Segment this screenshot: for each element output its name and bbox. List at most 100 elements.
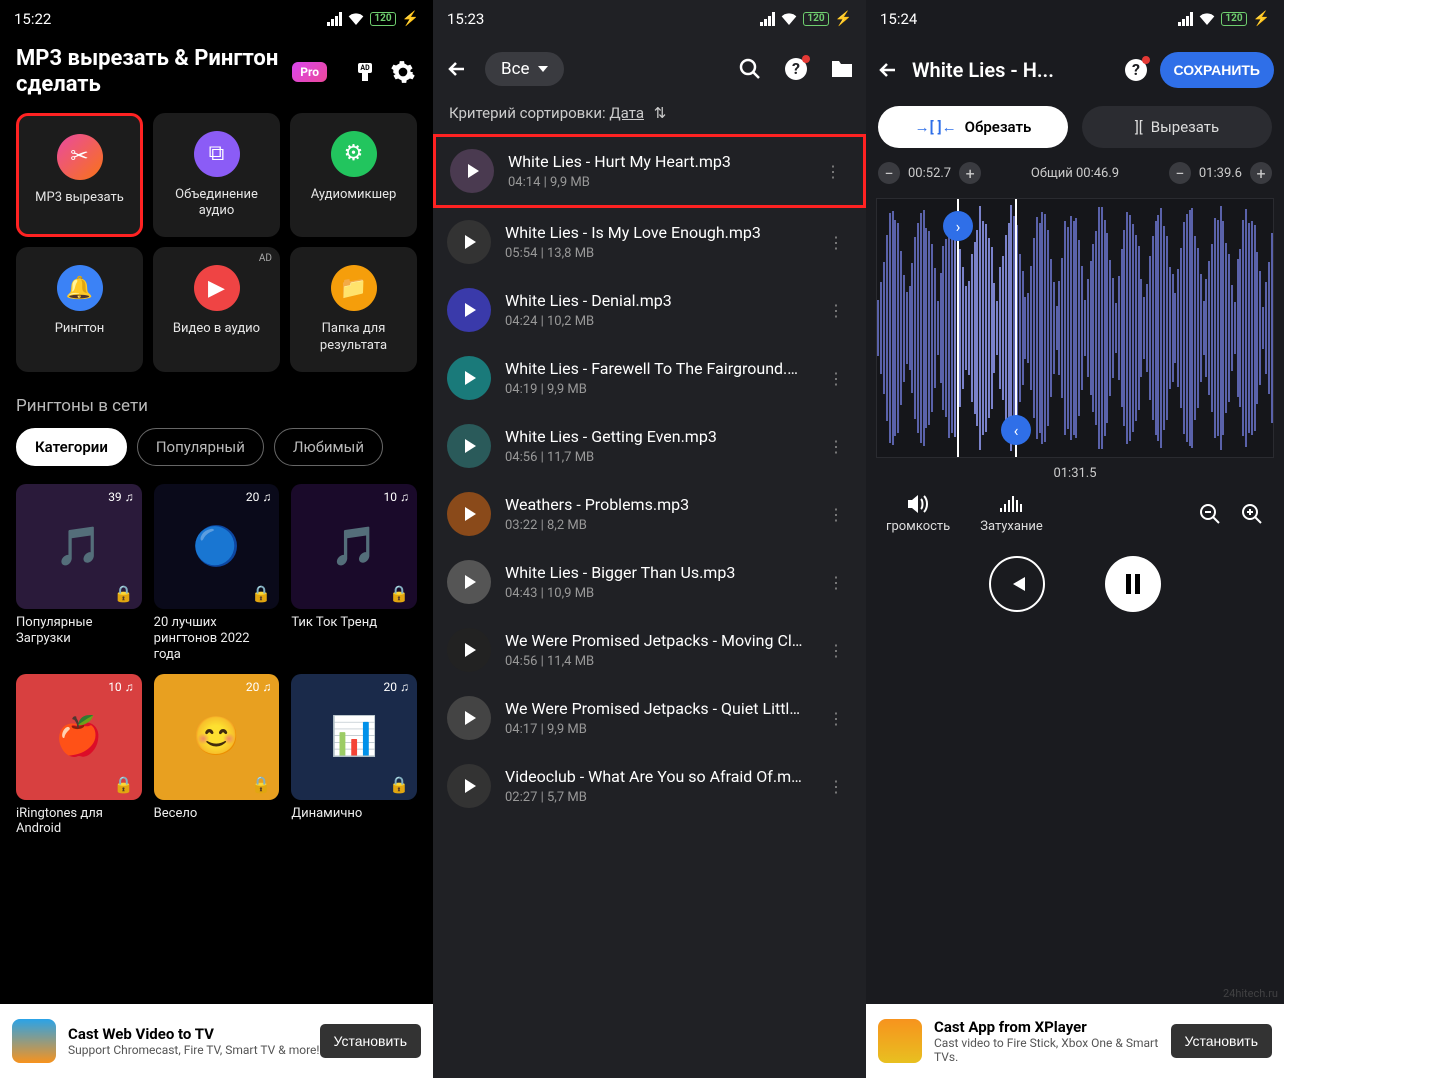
app-title: MP3 вырезать & Рингтон сделать [16, 46, 292, 99]
charging-icon: ⚡ [402, 11, 419, 27]
waveform[interactable]: › ‹ [876, 198, 1274, 458]
song-row[interactable]: Weathers - Problems.mp303:22 | 8,2 MB ⋮ [433, 480, 866, 548]
song-row[interactable]: White Lies - Getting Even.mp304:56 | 11,… [433, 412, 866, 480]
status-bar: 15:22 120 ⚡ [0, 0, 433, 38]
ad-icon [878, 1019, 922, 1063]
help-icon[interactable]: ? [1124, 58, 1148, 82]
ringtone-card-3[interactable]: 🍎 10 ♫ 🔒 iRingtones для Android [16, 674, 142, 837]
song-row[interactable]: We Were Promised Jetpacks - Quiet Little… [433, 684, 866, 752]
end-time-stepper[interactable]: − 01:39.6 + [1169, 162, 1272, 184]
ringtone-card-1[interactable]: 🔵 20 ♫ 🔒 20 лучших рингтонов 2022 года [154, 484, 280, 662]
feature-grid: ✂MP3 вырезать⧉Объединение аудио⚙Аудиомик… [0, 113, 433, 392]
total-duration: Общий 00:46.9 [1031, 166, 1119, 181]
song-row[interactable]: White Lies - Hurt My Heart.mp304:14 | 9,… [433, 134, 866, 208]
fade-button[interactable]: Затухание [980, 493, 1043, 534]
settings-icon[interactable] [389, 58, 417, 86]
feature-card-3[interactable]: 🔔Рингтон [16, 247, 143, 372]
search-icon[interactable] [738, 57, 762, 81]
song-row[interactable]: We Were Promised Jetpacks - Moving Clo..… [433, 616, 866, 684]
header: Все ? [433, 38, 866, 100]
wifi-icon [348, 13, 364, 25]
song-row[interactable]: Videoclub - What Are You so Afraid Of.mp… [433, 752, 866, 820]
pill-2[interactable]: Любимый [274, 428, 383, 466]
mode-trim-button[interactable]: ][ Вырезать [1082, 106, 1272, 148]
end-plus[interactable]: + [1250, 162, 1272, 184]
more-icon[interactable]: ⋮ [820, 497, 852, 532]
more-icon[interactable]: ⋮ [820, 701, 852, 736]
zoom-out-button[interactable] [1198, 502, 1222, 526]
song-list[interactable]: White Lies - Hurt My Heart.mp304:14 | 9,… [433, 134, 866, 1074]
ringtone-grid: 🎵 39 ♫ 🔒 Популярные Загрузки 🔵 20 ♫ 🔒 20… [0, 484, 433, 837]
install-button[interactable]: Установить [1171, 1024, 1272, 1058]
wifi-icon [781, 13, 797, 25]
clock: 15:24 [880, 10, 917, 28]
song-row[interactable]: White Lies - Bigger Than Us.mp304:43 | 1… [433, 548, 866, 616]
ad-subtitle: Support Chromecast, Fire TV, Smart TV & … [68, 1043, 320, 1057]
status-bar: 15:24 120 ⚡ [866, 0, 1284, 38]
svg-text:?: ? [792, 59, 800, 78]
wifi-icon [1199, 13, 1215, 25]
charging-icon: ⚡ [835, 11, 852, 27]
watermark: 24hitech.ru [1223, 987, 1278, 1000]
feature-card-0[interactable]: ✂MP3 вырезать [16, 113, 143, 238]
feature-card-1[interactable]: ⧉Объединение аудио [153, 113, 280, 238]
pill-1[interactable]: Популярный [137, 428, 264, 466]
mode-cut-button[interactable]: →[ ]←Обрезать [878, 106, 1068, 148]
sort-value[interactable]: Дата [609, 104, 644, 122]
song-row[interactable]: White Lies - Is My Love Enough.mp305:54 … [433, 208, 866, 276]
more-icon[interactable]: ⋮ [820, 565, 852, 600]
ringtone-card-0[interactable]: 🎵 39 ♫ 🔒 Популярные Загрузки [16, 484, 142, 662]
pro-badge[interactable]: Pro [292, 62, 327, 82]
ad-banner[interactable]: Cast App from XPlayer Cast video to Fire… [866, 1004, 1284, 1078]
more-icon[interactable]: ⋮ [820, 429, 852, 464]
zoom-in-button[interactable] [1240, 502, 1264, 526]
more-icon[interactable]: ⋮ [820, 633, 852, 668]
header: MP3 вырезать & Рингтон сделать Pro AD [0, 38, 433, 113]
track-title: White Lies - H... [912, 58, 1112, 82]
ringtone-card-4[interactable]: 😊 20 ♫ 🔒 Весело [154, 674, 280, 837]
status-bar: 15:23 120 ⚡ [433, 0, 866, 38]
feature-card-4[interactable]: AD▶Видео в аудио [153, 247, 280, 372]
ad-icon [12, 1019, 56, 1063]
ad-title: Cast App from XPlayer [934, 1018, 1171, 1036]
start-plus[interactable]: + [959, 162, 981, 184]
more-icon[interactable]: ⋮ [820, 293, 852, 328]
signal-icon [1178, 12, 1193, 26]
start-minus[interactable]: − [878, 162, 900, 184]
save-button[interactable]: СОХРАНИТЬ [1160, 52, 1274, 88]
more-icon[interactable]: ⋮ [820, 225, 852, 260]
battery-icon: 120 [1221, 12, 1246, 26]
pill-0[interactable]: Категории [16, 428, 127, 466]
ad-banner[interactable]: Cast Web Video to TV Support Chromecast,… [0, 1004, 433, 1078]
song-row[interactable]: White Lies - Farewell To The Fairground.… [433, 344, 866, 412]
ad-subtitle: Cast video to Fire Stick, Xbox One & Sma… [934, 1036, 1171, 1064]
install-button[interactable]: Установить [320, 1024, 421, 1058]
header: White Lies - H... ? СОХРАНИТЬ [866, 38, 1284, 102]
start-time-stepper[interactable]: − 00:52.7 + [878, 162, 981, 184]
ad-title: Cast Web Video to TV [68, 1025, 320, 1043]
ringtone-card-5[interactable]: 📊 20 ♫ 🔒 Динамично [291, 674, 417, 837]
category-pills: Категории Популярный Любимый [0, 428, 433, 484]
song-row[interactable]: White Lies - Denial.mp304:24 | 10,2 MB ⋮ [433, 276, 866, 344]
feature-card-2[interactable]: ⚙Аудиомикшер [290, 113, 417, 238]
back-button[interactable] [876, 58, 900, 82]
start-value: 00:52.7 [908, 166, 951, 181]
ringtone-card-2[interactable]: 🎵 10 ♫ 🔒 Тик Ток Тренд [291, 484, 417, 662]
ad-settings-icon[interactable]: AD [351, 58, 379, 86]
folder-icon[interactable] [830, 59, 854, 79]
filter-dropdown[interactable]: Все [485, 52, 564, 86]
previous-button[interactable] [989, 556, 1045, 612]
clock: 15:23 [447, 10, 484, 28]
end-minus[interactable]: − [1169, 162, 1191, 184]
range-start-handle[interactable]: › [957, 199, 959, 457]
range-end-handle[interactable]: ‹ [1015, 199, 1017, 457]
pause-button[interactable] [1105, 556, 1161, 612]
feature-card-5[interactable]: 📁Папка для результата [290, 247, 417, 372]
help-icon[interactable]: ? [784, 57, 808, 81]
volume-button[interactable]: громкость [886, 493, 950, 534]
more-icon[interactable]: ⋮ [817, 154, 849, 189]
more-icon[interactable]: ⋮ [820, 769, 852, 804]
playback-controls [866, 546, 1284, 632]
more-icon[interactable]: ⋮ [820, 361, 852, 396]
back-button[interactable] [445, 57, 469, 81]
